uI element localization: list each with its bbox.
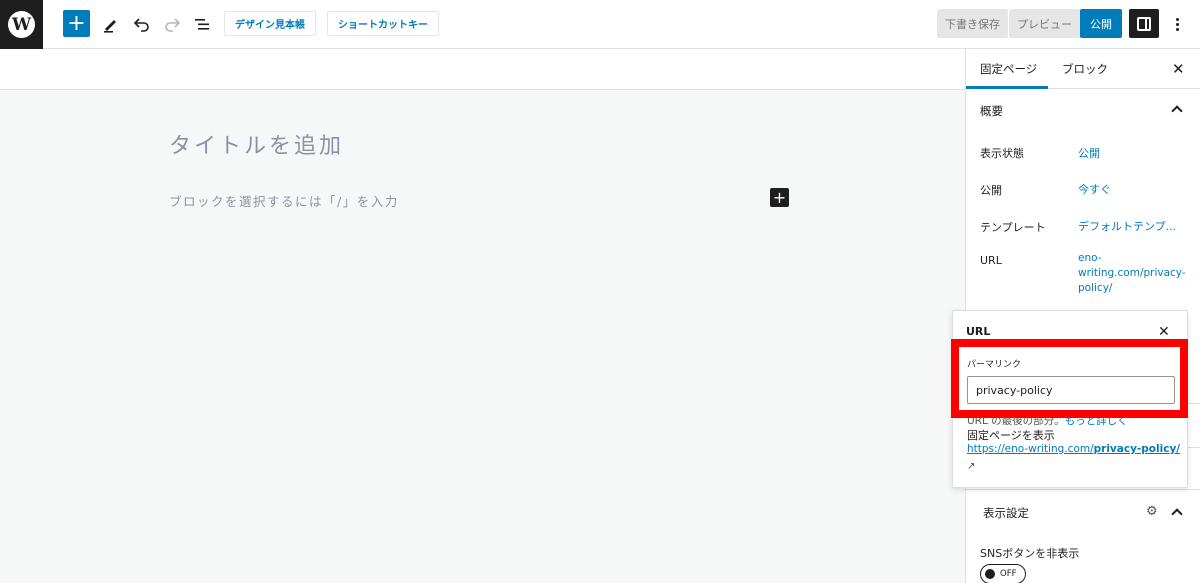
view-link-slug: privacy-policy/ (1093, 443, 1181, 455)
divider (966, 489, 1200, 490)
publish-date-value[interactable]: 今すぐ (1078, 181, 1111, 197)
pencil-icon[interactable] (99, 12, 123, 36)
summary-panel-title[interactable]: 概要 (980, 103, 1003, 119)
tab-page[interactable]: 固定ページ (980, 61, 1037, 77)
sns-hide-label: SNSボタンを非表示 (980, 547, 1080, 560)
chevron-up-icon[interactable] (1171, 508, 1183, 520)
undo-icon[interactable] (130, 12, 154, 36)
publish-label: 公開 (980, 184, 1002, 197)
list-view-icon[interactable] (190, 12, 214, 36)
view-page-label: 固定ページを表示 (967, 429, 1055, 442)
toggle-state-label: OFF (1000, 569, 1017, 579)
more-options-icon[interactable] (1168, 12, 1186, 36)
editor-canvas (0, 90, 965, 583)
editor-header-strip (0, 49, 965, 90)
post-title-placeholder[interactable]: タイトルを追加 (169, 128, 344, 160)
active-tab-indicator (966, 86, 1048, 89)
popover-title: URL (966, 325, 991, 338)
view-page-link[interactable]: https://eno-writing.com/privacy-policy/ (967, 443, 1180, 455)
shortcut-keys-button[interactable]: ショートカットキー (327, 11, 439, 36)
sidebar-tabs: 固定ページ ブロック ✕ (966, 49, 1200, 89)
toggle-knob (985, 569, 995, 579)
preview-button[interactable]: プレビュー (1009, 9, 1080, 38)
template-value[interactable]: デフォルトテンプ... (1078, 218, 1176, 234)
settings-gear-icon: ⚙ (1146, 504, 1158, 519)
popover-close-icon[interactable]: ✕ (1158, 324, 1170, 340)
redo-icon[interactable] (160, 12, 184, 36)
sidebar-close-icon[interactable]: ✕ (1172, 62, 1185, 77)
highlight-box (951, 339, 1188, 418)
template-label: テンプレート (980, 221, 1046, 234)
sns-hide-toggle[interactable]: OFF (980, 564, 1026, 583)
design-patterns-button[interactable]: デザイン見本帳 (224, 11, 316, 36)
view-link-prefix: https://eno-writing.com/ (967, 443, 1094, 455)
publish-button[interactable]: 公開 (1080, 9, 1122, 38)
display-settings-title[interactable]: 表示設定 (983, 505, 1029, 521)
editor-toolbar: W + デザイン見本帳 ショートカットキー 下書き保存 プレビュー 公開 (0, 0, 1200, 49)
save-draft-button[interactable]: 下書き保存 (937, 9, 1008, 38)
chevron-up-icon[interactable] (1171, 105, 1183, 117)
wordpress-logo-glyph: W (8, 11, 35, 38)
url-label: URL (980, 254, 1002, 267)
external-link-icon: ↗ (967, 461, 976, 472)
settings-panel-toggle-icon[interactable] (1129, 9, 1159, 38)
wordpress-logo-icon[interactable]: W (0, 0, 43, 49)
visibility-value[interactable]: 公開 (1078, 145, 1100, 161)
block-inserter-button[interactable]: + (63, 10, 90, 37)
block-placeholder[interactable]: ブロックを選択するには「/」を入力 (169, 191, 399, 210)
inline-block-inserter-button[interactable]: + (770, 188, 789, 207)
url-value[interactable]: eno-writing.com/privacy-policy/ (1078, 251, 1190, 296)
visibility-label: 表示状態 (980, 147, 1024, 160)
tab-block[interactable]: ブロック (1062, 61, 1108, 77)
